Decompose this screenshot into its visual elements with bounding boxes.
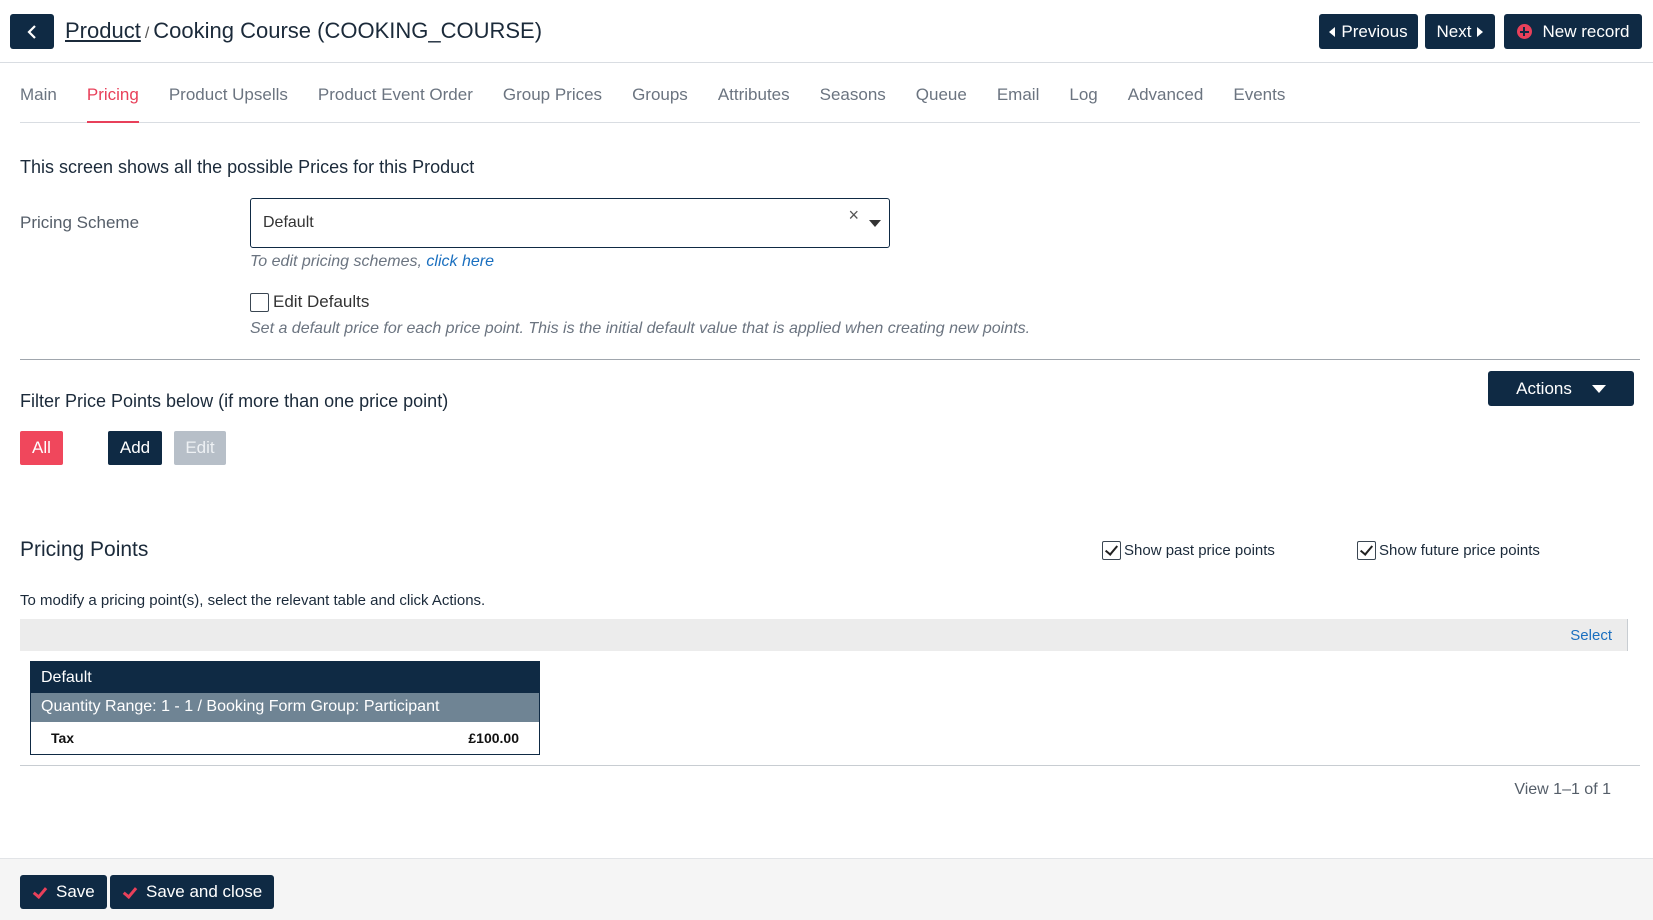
- check-icon: [32, 885, 46, 899]
- save-label: Save: [56, 882, 95, 901]
- plus-circle-icon: [1516, 24, 1532, 39]
- tab-group-prices[interactable]: Group Prices: [503, 85, 602, 123]
- new-record-label: New record: [1542, 21, 1630, 41]
- back-button[interactable]: [10, 14, 54, 49]
- page-title: Cooking Course (COOKING_COURSE): [153, 18, 543, 43]
- price-table-subheader: Quantity Range: 1 - 1 / Booking Form Gro…: [31, 693, 539, 722]
- table-row: Tax £100.00: [31, 722, 539, 753]
- pagination-info: View 1–1 of 1: [1514, 781, 1611, 798]
- tab-events[interactable]: Events: [1233, 85, 1285, 123]
- section-divider: [20, 359, 1640, 360]
- breadcrumb: Product / Cooking Course (COOKING_COURSE): [65, 18, 542, 44]
- footer-bar: Save Save and close: [0, 858, 1653, 920]
- edit-defaults-label: Edit Defaults: [273, 292, 370, 311]
- pricing-scheme-select[interactable]: Default ×: [250, 198, 890, 248]
- price-row-value: £100.00: [468, 729, 519, 746]
- pricing-points-title: Pricing Points: [20, 538, 149, 561]
- caret-right-icon: [1477, 26, 1484, 37]
- filter-title: Filter Price Points below (if more than …: [20, 391, 449, 411]
- breadcrumb-separator: /: [144, 25, 150, 42]
- show-future-label: Show future price points: [1379, 542, 1540, 559]
- tab-bar: Main Pricing Product Upsells Product Event …: [20, 85, 1640, 123]
- modify-instructions: To modify a pricing point(s), select the…: [20, 592, 486, 609]
- page-header: Product / Cooking Course (COOKING_COURSE) …: [0, 0, 1653, 63]
- hint-text: To edit pricing schemes,: [250, 253, 422, 270]
- next-button[interactable]: Next: [1425, 14, 1495, 49]
- filter-all-button[interactable]: All: [20, 431, 63, 465]
- show-past-row: Show past price points: [1102, 541, 1275, 560]
- previous-label: Previous: [1341, 21, 1408, 41]
- tab-seasons[interactable]: Seasons: [820, 85, 886, 123]
- tab-log[interactable]: Log: [1069, 85, 1097, 123]
- price-row-label: Tax: [51, 729, 75, 746]
- save-close-label: Save and close: [146, 882, 263, 901]
- tab-product-upsells[interactable]: Product Upsells: [169, 85, 288, 123]
- show-past-label: Show past price points: [1124, 542, 1275, 559]
- tab-advanced[interactable]: Advanced: [1128, 85, 1204, 123]
- edit-price-point-button[interactable]: Edit: [174, 431, 226, 465]
- show-past-checkbox[interactable]: [1102, 541, 1121, 560]
- pricing-scheme-value: Default: [263, 214, 314, 231]
- chevron-down-icon: [1591, 384, 1606, 393]
- tab-attributes[interactable]: Attributes: [718, 85, 790, 123]
- tab-main[interactable]: Main: [20, 85, 57, 123]
- show-future-row: Show future price points: [1357, 541, 1540, 560]
- chevron-left-icon: [27, 24, 36, 39]
- edit-defaults-checkbox[interactable]: [250, 292, 269, 312]
- edit-defaults-description: Set a default price for each price point…: [250, 320, 1031, 337]
- actions-dropdown-button[interactable]: Actions: [1488, 371, 1634, 406]
- price-table-header: Default: [31, 662, 539, 693]
- new-record-button[interactable]: New record: [1504, 14, 1642, 49]
- dropdown-caret-icon[interactable]: [869, 220, 881, 227]
- edit-schemes-link[interactable]: click here: [426, 253, 494, 270]
- intro-text: This screen shows all the possible Price…: [20, 157, 475, 177]
- next-label: Next: [1436, 21, 1472, 41]
- pricing-scheme-label: Pricing Scheme: [20, 213, 140, 232]
- actions-label: Actions: [1516, 378, 1572, 398]
- pricing-scheme-hint: To edit pricing schemes, click here: [250, 253, 494, 271]
- add-price-point-button[interactable]: Add: [108, 431, 162, 465]
- save-and-close-button[interactable]: Save and close: [110, 875, 275, 909]
- previous-button[interactable]: Previous: [1319, 14, 1418, 49]
- price-point-table[interactable]: Default Quantity Range: 1 - 1 / Booking …: [30, 661, 540, 755]
- clear-icon[interactable]: ×: [848, 205, 859, 226]
- tab-queue[interactable]: Queue: [916, 85, 967, 123]
- tab-groups[interactable]: Groups: [632, 85, 688, 123]
- tab-email[interactable]: Email: [997, 85, 1040, 123]
- caret-left-icon: [1329, 26, 1336, 37]
- select-link[interactable]: Select: [1570, 627, 1612, 644]
- breadcrumb-product-link[interactable]: Product: [65, 18, 141, 43]
- edit-defaults-row: Edit Defaults: [250, 292, 369, 312]
- tab-pricing[interactable]: Pricing: [86, 85, 139, 123]
- save-button[interactable]: Save: [20, 875, 107, 909]
- table-divider: [20, 765, 1640, 766]
- check-icon: [122, 885, 136, 899]
- tab-product-event-order[interactable]: Product Event Order: [318, 85, 473, 123]
- table-toolbar: Select: [20, 619, 1628, 651]
- show-future-checkbox[interactable]: [1357, 541, 1376, 560]
